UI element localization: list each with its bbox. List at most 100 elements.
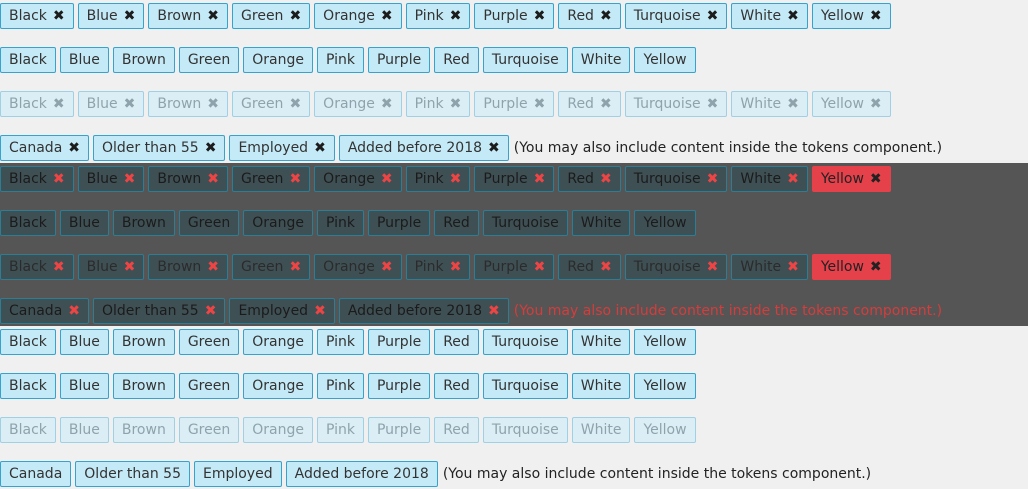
token-employed[interactable]: Employed ✖ [229, 298, 335, 324]
token-blue[interactable]: Blue [59, 210, 109, 236]
token-pink[interactable]: Pink [316, 47, 364, 73]
token-orange[interactable]: Orange [243, 47, 313, 73]
remove-icon[interactable]: ✖ [870, 8, 882, 24]
token-green[interactable]: Green [178, 329, 240, 355]
remove-icon[interactable]: ✖ [289, 171, 301, 187]
token-orange[interactable]: Orange ✖ [314, 166, 402, 192]
token-pink[interactable]: Pink [316, 373, 364, 399]
token-white[interactable]: White ✖ [731, 3, 808, 29]
token-turquoise[interactable]: Turquoise ✖ [624, 166, 728, 192]
token-purple[interactable]: Purple [367, 210, 431, 236]
token-yellow[interactable]: Yellow [634, 47, 696, 73]
token-black[interactable]: Black [0, 373, 56, 399]
token-brown[interactable]: Brown ✖ [148, 3, 229, 29]
remove-icon[interactable]: ✖ [381, 8, 393, 24]
token-white[interactable]: White [571, 210, 631, 236]
token-canada[interactable]: Canada [0, 461, 72, 487]
token-blue[interactable]: Blue [59, 47, 109, 73]
remove-icon[interactable]: ✖ [205, 140, 217, 156]
token-purple[interactable]: Purple ✖ [474, 166, 555, 192]
remove-icon[interactable]: ✖ [488, 303, 500, 319]
remove-icon[interactable]: ✖ [870, 171, 882, 187]
token-turquoise[interactable]: Turquoise [482, 47, 568, 73]
token-yellow[interactable]: Yellow ✖ [811, 166, 891, 192]
token-orange[interactable]: Orange ✖ [314, 3, 402, 29]
token-brown[interactable]: Brown [112, 329, 175, 355]
token-white[interactable]: White [571, 47, 631, 73]
token-red[interactable]: Red ✖ [558, 3, 621, 29]
token-white[interactable]: White ✖ [731, 166, 808, 192]
remove-icon[interactable]: ✖ [207, 8, 219, 24]
token-turquoise[interactable]: Turquoise [482, 210, 568, 236]
token-canada[interactable]: Canada ✖ [0, 135, 90, 161]
token-turquoise[interactable]: Turquoise ✖ [624, 3, 728, 29]
token-white[interactable]: White [571, 373, 631, 399]
token-pink[interactable]: Pink ✖ [405, 166, 471, 192]
token-yellow[interactable]: Yellow ✖ [811, 3, 891, 29]
token-green[interactable]: Green ✖ [232, 3, 311, 29]
remove-icon[interactable]: ✖ [600, 8, 612, 24]
token-red[interactable]: Red ✖ [558, 166, 621, 192]
token-brown[interactable]: Brown [112, 47, 175, 73]
remove-icon[interactable]: ✖ [450, 171, 462, 187]
token-orange[interactable]: Orange [243, 210, 313, 236]
remove-icon[interactable]: ✖ [68, 303, 80, 319]
token-added-before-2018[interactable]: Added before 2018 ✖ [338, 135, 509, 161]
token-red[interactable]: Red [434, 47, 479, 73]
token-blue[interactable]: Blue ✖ [77, 3, 145, 29]
remove-icon[interactable]: ✖ [707, 8, 719, 24]
token-yellow[interactable]: Yellow [634, 373, 696, 399]
token-blue[interactable]: Blue [59, 329, 109, 355]
token-black[interactable]: Black ✖ [0, 3, 74, 29]
remove-icon[interactable]: ✖ [314, 140, 326, 156]
token-purple[interactable]: Purple [367, 373, 431, 399]
token-black[interactable]: Black [0, 210, 56, 236]
token-turquoise[interactable]: Turquoise [482, 373, 568, 399]
remove-icon[interactable]: ✖ [450, 8, 462, 24]
token-yellow[interactable]: Yellow [634, 210, 696, 236]
token-black[interactable]: Black [0, 329, 56, 355]
token-black[interactable]: Black [0, 47, 56, 73]
token-purple[interactable]: Purple [367, 47, 431, 73]
token-purple[interactable]: Purple ✖ [474, 3, 555, 29]
token-green[interactable]: Green ✖ [232, 166, 311, 192]
token-brown[interactable]: Brown ✖ [148, 166, 229, 192]
token-older-than-55[interactable]: Older than 55 ✖ [93, 298, 226, 324]
remove-icon[interactable]: ✖ [124, 8, 136, 24]
token-turquoise[interactable]: Turquoise [482, 329, 568, 355]
token-brown[interactable]: Brown [112, 210, 175, 236]
token-employed[interactable]: Employed [193, 461, 282, 487]
token-white[interactable]: White [571, 329, 631, 355]
token-added-before-2018[interactable]: Added before 2018 [285, 461, 438, 487]
token-orange[interactable]: Orange [243, 373, 313, 399]
remove-icon[interactable]: ✖ [314, 303, 326, 319]
token-brown[interactable]: Brown [112, 373, 175, 399]
remove-icon[interactable]: ✖ [289, 8, 301, 24]
token-blue[interactable]: Blue ✖ [77, 166, 145, 192]
token-green[interactable]: Green [178, 373, 240, 399]
token-employed[interactable]: Employed ✖ [229, 135, 335, 161]
token-blue[interactable]: Blue [59, 373, 109, 399]
token-yellow[interactable]: Yellow [634, 329, 696, 355]
token-red[interactable]: Red [434, 373, 479, 399]
token-red[interactable]: Red [434, 210, 479, 236]
remove-icon[interactable]: ✖ [207, 171, 219, 187]
remove-icon[interactable]: ✖ [381, 171, 393, 187]
remove-icon[interactable]: ✖ [534, 8, 546, 24]
remove-icon[interactable]: ✖ [53, 171, 65, 187]
token-older-than-55[interactable]: Older than 55 [75, 461, 190, 487]
remove-icon[interactable]: ✖ [488, 140, 500, 156]
token-purple[interactable]: Purple [367, 329, 431, 355]
token-older-than-55[interactable]: Older than 55 ✖ [93, 135, 226, 161]
remove-icon[interactable]: ✖ [124, 171, 136, 187]
token-orange[interactable]: Orange [243, 329, 313, 355]
token-canada[interactable]: Canada ✖ [0, 298, 90, 324]
remove-icon[interactable]: ✖ [707, 171, 719, 187]
token-green[interactable]: Green [178, 47, 240, 73]
token-green[interactable]: Green [178, 210, 240, 236]
remove-icon[interactable]: ✖ [68, 140, 80, 156]
token-black[interactable]: Black ✖ [0, 166, 74, 192]
remove-icon[interactable]: ✖ [600, 171, 612, 187]
token-red[interactable]: Red [434, 329, 479, 355]
token-pink[interactable]: Pink ✖ [405, 3, 471, 29]
